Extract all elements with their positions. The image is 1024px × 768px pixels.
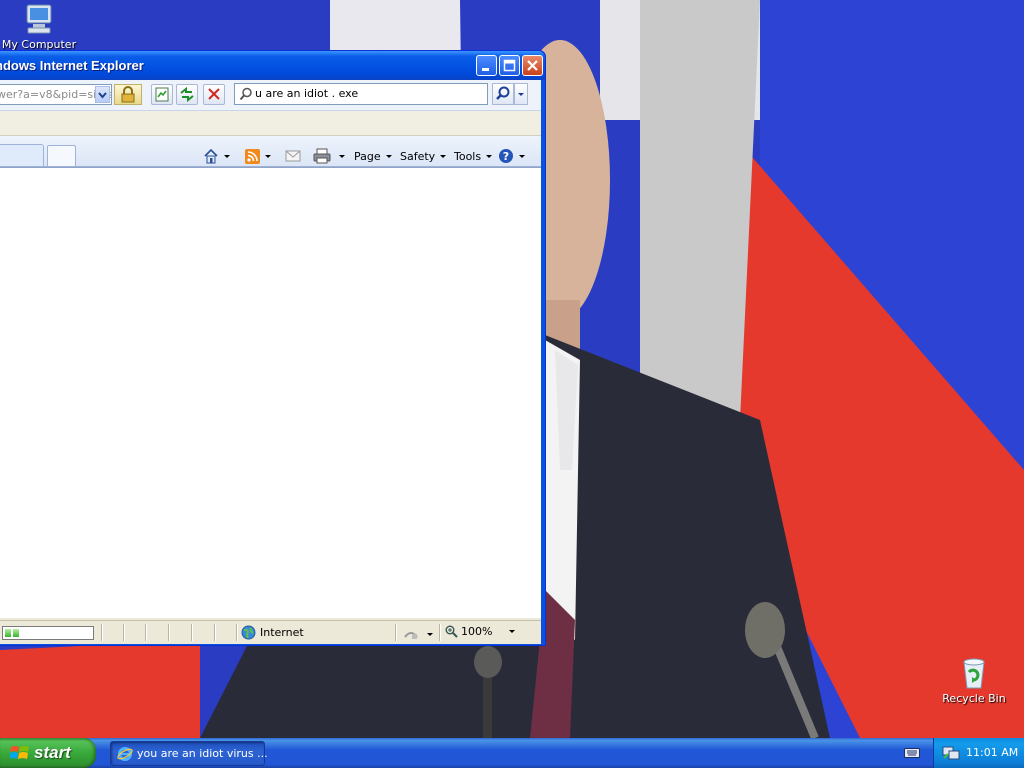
taskbar-item-ie[interactable]: you are an idiot virus ... (110, 741, 268, 766)
windows-logo-icon (10, 746, 29, 759)
stop-button[interactable] (203, 84, 225, 105)
progress-segment (13, 629, 19, 637)
chevron-down-icon (427, 632, 433, 636)
status-divider (395, 624, 396, 641)
page-menu[interactable]: Page (354, 148, 392, 164)
chevron-down-icon (385, 154, 392, 158)
taskbar: start you are an idiot virus ... 11:01 A… (0, 738, 1024, 768)
read-mail-button[interactable] (285, 148, 301, 164)
print-button[interactable] (313, 148, 345, 164)
taskbar-item-label: you are an idiot virus ... (137, 747, 268, 760)
search-icon (239, 87, 252, 101)
tab-current[interactable] (0, 144, 44, 166)
status-divider (214, 624, 215, 641)
tools-menu-label: Tools (454, 149, 482, 163)
security-lock-button[interactable] (114, 84, 142, 105)
security-zone[interactable]: Internet (241, 625, 304, 640)
help-icon: ? (499, 149, 513, 163)
my-computer-icon (26, 4, 52, 34)
search-input[interactable]: u are an idiot . exe (234, 83, 488, 105)
desktop-icon-label: Recycle Bin (942, 692, 1006, 705)
lock-icon (121, 86, 135, 103)
page-content[interactable] (0, 167, 541, 618)
start-label: start (34, 743, 71, 762)
new-tab-button[interactable] (47, 145, 76, 166)
minimize-button[interactable] (476, 55, 497, 76)
tools-menu[interactable]: Tools (454, 148, 493, 164)
globe-icon (241, 625, 256, 640)
chevron-down-icon (519, 154, 525, 158)
feeds-button[interactable] (245, 148, 271, 164)
progress-segment (5, 629, 11, 637)
chevron-down-icon (265, 154, 271, 158)
chevron-down-icon (509, 630, 516, 633)
keyboard-icon[interactable] (904, 747, 920, 759)
help-button[interactable]: ? (498, 148, 525, 164)
start-button[interactable]: start (0, 738, 96, 768)
chevron-down-icon (339, 154, 345, 158)
zoom-level: 100% (461, 625, 493, 638)
status-divider (101, 624, 102, 641)
title-bar[interactable]: ndows Internet Explorer (0, 51, 545, 80)
search-options-dropdown[interactable] (514, 83, 528, 105)
clock[interactable]: 11:01 AM (966, 746, 1018, 759)
progress-fill (5, 629, 19, 637)
status-bar: i Internet 100% (0, 620, 541, 644)
window-title: ndows Internet Explorer (0, 58, 144, 73)
network-icon[interactable] (942, 745, 960, 761)
command-bar: Page Safety Tools ? (0, 136, 541, 167)
status-divider (145, 624, 146, 641)
recycle-bin-icon (963, 658, 985, 689)
zoom-control[interactable]: 100% (445, 625, 516, 638)
status-divider (123, 624, 124, 641)
page-menu-label: Page (354, 149, 381, 163)
internet-explorer-icon (117, 747, 133, 761)
status-divider (439, 624, 440, 641)
security-zone-label: Internet (260, 626, 304, 639)
mail-icon (285, 150, 301, 162)
compatibility-view-button[interactable] (151, 84, 173, 105)
system-tray: 11:01 AM (933, 738, 1024, 768)
minimize-icon (482, 68, 489, 71)
status-divider (236, 624, 237, 641)
chevron-down-icon (486, 154, 493, 158)
compatibility-view-icon (155, 87, 169, 102)
chevron-down-icon (224, 154, 230, 158)
chevron-down-icon (440, 154, 447, 158)
maximize-icon (503, 59, 516, 72)
search-go-button[interactable] (492, 83, 514, 105)
status-divider (168, 624, 169, 641)
address-field[interactable]: wer?a=v8&pid=sites&src (0, 84, 112, 105)
status-divider (191, 624, 192, 641)
desktop-icon-recycle-bin[interactable]: Recycle Bin (935, 656, 1013, 705)
chevron-down-icon (98, 92, 107, 99)
address-dropdown-button[interactable] (95, 86, 110, 103)
ie-client-area: wer?a=v8&pid=sites&src u are an idiot . … (0, 80, 541, 644)
print-icon (313, 148, 331, 164)
protected-mode-icon (404, 632, 418, 639)
safety-menu[interactable]: Safety (400, 148, 447, 164)
home-button[interactable] (203, 148, 230, 164)
progress-bar (2, 626, 94, 640)
search-icon (496, 86, 510, 100)
search-query-text: u are an idiot . exe (255, 87, 359, 100)
close-icon (527, 60, 538, 71)
svg-text:?: ? (503, 150, 509, 163)
refresh-button[interactable] (176, 84, 198, 105)
safety-menu-label: Safety (400, 149, 436, 163)
refresh-icon (180, 86, 194, 103)
desktop-icon-my-computer[interactable]: My Computer (0, 2, 78, 51)
close-button[interactable] (522, 55, 543, 76)
stop-icon (208, 88, 220, 100)
rss-feed-icon (245, 148, 260, 164)
empty-toolbar-band (0, 111, 541, 136)
home-icon (204, 148, 218, 164)
chevron-down-icon (518, 93, 524, 96)
maximize-button[interactable] (499, 55, 520, 76)
protected-mode-button[interactable] (403, 626, 433, 642)
zoom-icon (445, 625, 458, 638)
ie-window: ndows Internet Explorer wer?a=v8&pid=sit… (0, 50, 546, 646)
address-toolbar: wer?a=v8&pid=sites&src u are an idiot . … (0, 80, 541, 111)
